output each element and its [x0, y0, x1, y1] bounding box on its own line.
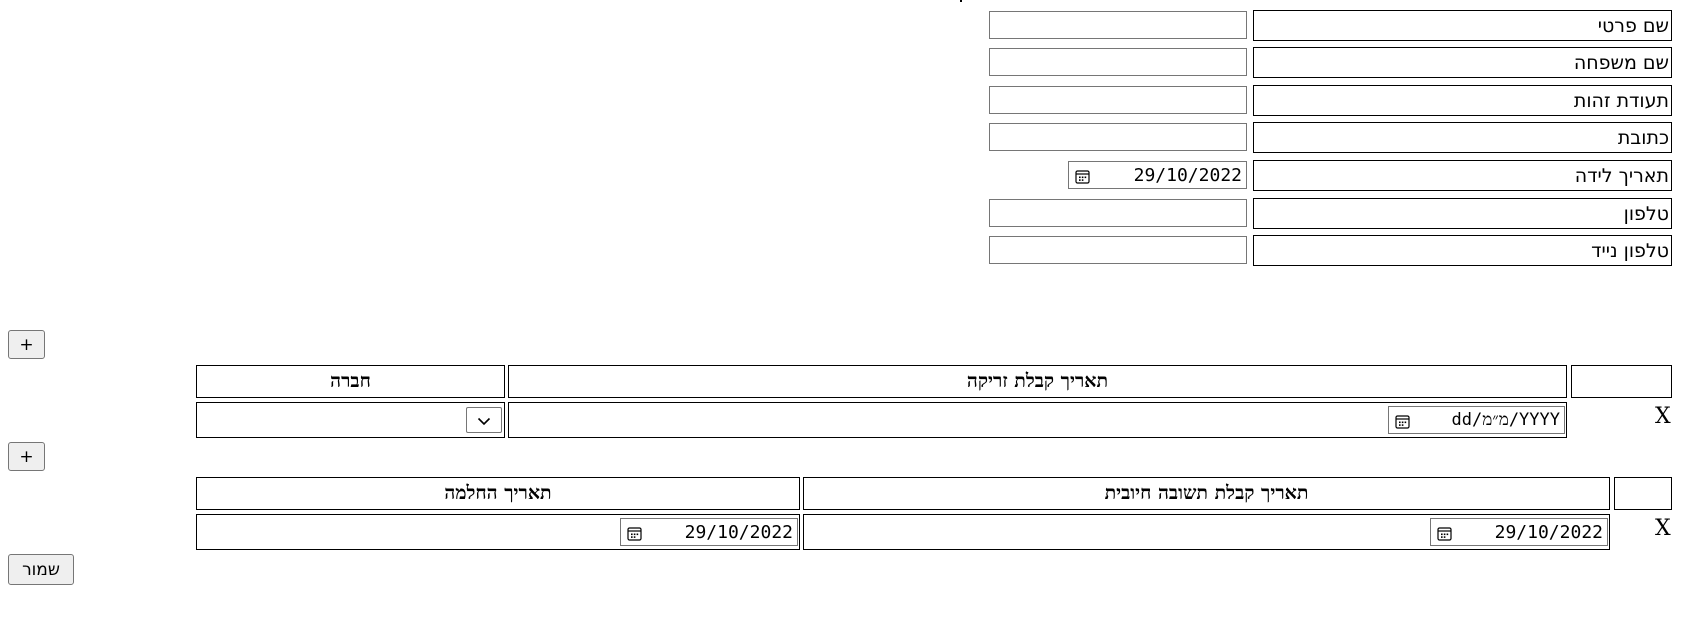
calendar-icon[interactable]	[627, 525, 642, 541]
first-name-label: שם פרטי	[1253, 10, 1672, 41]
address-input[interactable]	[989, 123, 1247, 151]
id-input[interactable]	[989, 86, 1247, 114]
id-label: תעודת זהות	[1253, 85, 1672, 116]
phone-label: טלפון	[1253, 198, 1672, 229]
vaccine-header-date: תאריך קבלת זריקה	[508, 365, 1567, 398]
mobile-label: טלפון נייד	[1253, 235, 1672, 266]
positive-date-input[interactable]: 29/10/2022	[1430, 518, 1608, 546]
calendar-icon[interactable]	[1395, 413, 1410, 429]
last-name-label: שם משפחה	[1253, 47, 1672, 78]
vaccine-date-input[interactable]: dd/מ״מ/YYYY	[1388, 406, 1565, 434]
vaccine-header-empty	[1571, 365, 1672, 398]
illness-header-empty	[1614, 477, 1672, 510]
recovery-date-value: 29/10/2022	[684, 521, 793, 543]
save-button[interactable]: שמור	[8, 554, 74, 585]
positive-date-value: 29/10/2022	[1494, 521, 1603, 543]
vaccine-header-company: חברה	[196, 365, 505, 398]
last-name-input[interactable]	[989, 48, 1247, 76]
calendar-icon[interactable]	[1075, 168, 1090, 184]
address-label: כתובת	[1253, 122, 1672, 153]
illness-row-delete[interactable]: X	[1655, 516, 1671, 541]
add-illness-button[interactable]: +	[8, 442, 45, 471]
mobile-input[interactable]	[989, 236, 1247, 264]
illness-header-recovery-date: תאריך החלמה	[196, 477, 800, 510]
first-name-label	[960, 0, 962, 2]
vaccine-date-placeholder: dd/מ״מ/YYYY	[1451, 410, 1560, 430]
first-name-input[interactable]	[989, 11, 1247, 39]
vaccine-row-company-cell	[196, 402, 505, 438]
birthdate-value: 29/10/2022	[1133, 164, 1242, 186]
illness-header-positive-date: תאריך קבלת תשובה חיובית	[803, 477, 1610, 510]
add-vaccine-button[interactable]: +	[8, 330, 45, 359]
company-select[interactable]	[466, 407, 502, 433]
birthdate-input[interactable]: 29/10/2022	[1068, 161, 1247, 189]
vaccine-row-delete[interactable]: X	[1655, 404, 1671, 429]
birthdate-label: תאריך לידה	[1253, 160, 1672, 191]
chevron-down-icon	[477, 411, 491, 430]
calendar-icon[interactable]	[1437, 525, 1452, 541]
recovery-date-input[interactable]: 29/10/2022	[620, 518, 798, 546]
phone-input[interactable]	[989, 199, 1247, 227]
